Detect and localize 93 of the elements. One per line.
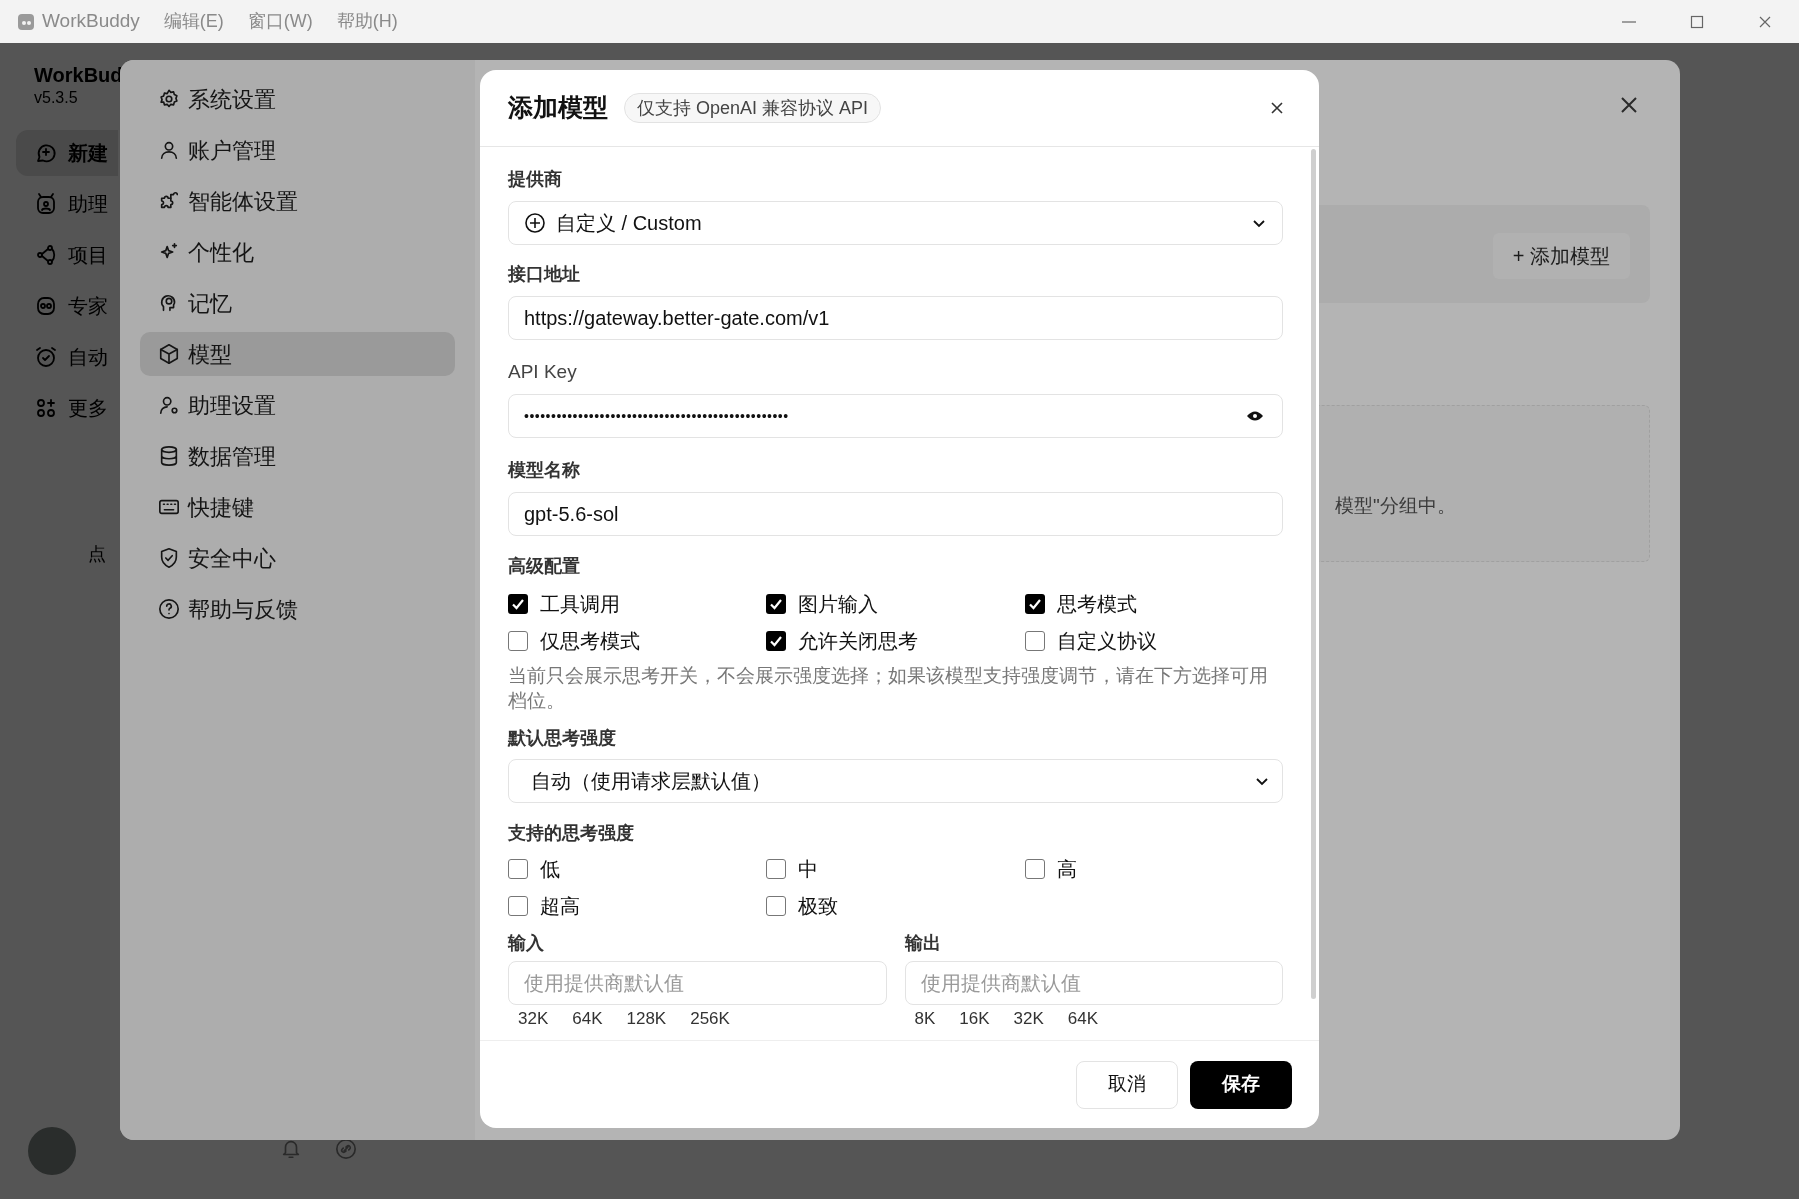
- preset-chip[interactable]: 64K: [1057, 1006, 1109, 1032]
- endpoint-field[interactable]: https://gateway.better-gate.com/v1: [508, 296, 1283, 340]
- settings-menu-item[interactable]: 安全中心: [140, 536, 455, 580]
- shield-icon: [158, 547, 180, 569]
- plus-circle-icon: [524, 212, 546, 234]
- close-icon: [1758, 14, 1772, 29]
- input-tokens-field[interactable]: 使用提供商默认值: [508, 961, 887, 1005]
- save-button[interactable]: 保存: [1190, 1060, 1292, 1109]
- apps-icon: [34, 396, 58, 420]
- checkbox[interactable]: [1024, 858, 1045, 879]
- dialog-title: 添加模型: [508, 92, 608, 124]
- person-gear-icon: [158, 394, 180, 416]
- checkbox-label: 高: [1056, 856, 1077, 882]
- checkbox[interactable]: [1024, 630, 1045, 651]
- mask-icon: [34, 294, 58, 318]
- preset-chip[interactable]: 32K: [1003, 1006, 1054, 1032]
- eye-icon: [1246, 410, 1264, 422]
- checkbox[interactable]: [766, 630, 787, 651]
- help-icon: [158, 598, 180, 620]
- close-icon: [1619, 95, 1639, 115]
- checkbox-label: 思考模式: [1056, 591, 1137, 617]
- settings-menu-item[interactable]: 个性化: [140, 230, 455, 274]
- checkbox[interactable]: [766, 593, 787, 614]
- settings-menu-item[interactable]: 帮助与反馈: [140, 587, 455, 631]
- minimize-icon: [1622, 20, 1636, 23]
- cube-icon: [158, 343, 180, 365]
- preset-chip[interactable]: 256K: [680, 1006, 740, 1032]
- field-label: 提供商: [508, 168, 563, 191]
- checkbox[interactable]: [766, 895, 787, 916]
- nodes-icon: [34, 243, 58, 267]
- preset-chip[interactable]: 16K: [949, 1006, 1000, 1032]
- field-label: API Key: [508, 360, 578, 384]
- checkbox-label: 仅思考模式: [540, 628, 640, 654]
- checkbox[interactable]: [508, 593, 528, 614]
- field-label: 接口地址: [508, 263, 581, 286]
- checkbox-label: 工具调用: [540, 591, 620, 617]
- field-label: 输出: [904, 932, 942, 955]
- field-label: 输入: [508, 932, 545, 955]
- default-effort-select[interactable]: 自动（使用请求层默认值）: [508, 759, 1283, 803]
- settings-menu-item[interactable]: 助理设置: [140, 383, 455, 427]
- app-logo-icon: [16, 11, 36, 32]
- cancel-button[interactable]: 取消: [1076, 1060, 1178, 1109]
- settings-menu-item[interactable]: 数据管理: [140, 434, 455, 478]
- database-icon: [158, 445, 180, 467]
- version-text: v5.3.5: [34, 88, 79, 108]
- field-label: 默认思考强度: [508, 727, 617, 750]
- show-password-button[interactable]: [1246, 410, 1264, 422]
- checkbox[interactable]: [1024, 593, 1045, 614]
- checkbox-label: 自定义协议: [1056, 628, 1157, 654]
- app-name: WorkBuddy: [42, 9, 140, 34]
- checkbox-label: 中: [798, 856, 819, 882]
- checkbox-label: 低: [540, 856, 560, 882]
- model-name-field[interactable]: gpt-5.6-sol: [508, 492, 1283, 536]
- person-icon: [158, 139, 180, 161]
- robot-icon: [34, 192, 58, 216]
- link-icon: [335, 1138, 357, 1160]
- checkbox-label: 图片输入: [798, 591, 879, 617]
- checkbox-label: 超高: [540, 893, 580, 919]
- preset-chip[interactable]: 8K: [904, 1006, 946, 1032]
- chat-plus-icon: [34, 141, 58, 165]
- api-key-field[interactable]: •••••••••••••••••••••••••••••••••••••••••••••••••: [508, 394, 1283, 438]
- preset-chip[interactable]: 64K: [562, 1006, 613, 1032]
- close-icon: [1269, 100, 1285, 116]
- bell-icon: [280, 1138, 302, 1160]
- field-label: 模型名称: [508, 459, 581, 482]
- maximize-icon: [1690, 14, 1704, 29]
- gear-icon: [158, 88, 180, 110]
- settings-menu-item[interactable]: 模型: [140, 332, 455, 376]
- settings-menu-item[interactable]: 智能体设置: [140, 179, 455, 223]
- settings-menu-item[interactable]: 记忆: [140, 281, 455, 325]
- hint-text: 点: [88, 543, 106, 566]
- provider-select[interactable]: 自定义 / Custom: [508, 201, 1283, 245]
- scrollbar-thumb[interactable]: [1311, 149, 1316, 999]
- settings-menu-item[interactable]: 系统设置: [140, 77, 455, 121]
- checkbox-label: 允许关闭思考: [798, 628, 919, 654]
- field-label: 支持的思考强度: [508, 822, 635, 845]
- checkbox[interactable]: [508, 858, 528, 879]
- checkbox[interactable]: [766, 858, 787, 879]
- settings-menu-item[interactable]: 快捷键: [140, 485, 455, 529]
- settings-menu-item[interactable]: 账户管理: [140, 128, 455, 172]
- checkbox-label: 极致: [798, 893, 839, 919]
- preset-chip[interactable]: 128K: [616, 1006, 677, 1032]
- checkbox[interactable]: [508, 630, 528, 651]
- api-key-value: •••••••••••••••••••••••••••••••••••••••••••••••••: [524, 406, 789, 426]
- alarm-icon: [34, 345, 58, 369]
- field-label: 高级配置: [508, 555, 581, 578]
- hint-text: 当前只会展示思考开关，不会展示强度选择；如果该模型支持强度调节，请在下方选择可用档位。: [508, 664, 1269, 713]
- preset-chip[interactable]: 32K: [508, 1006, 559, 1032]
- checkbox[interactable]: [508, 895, 528, 916]
- add-model-button[interactable]: + 添加模型: [1492, 233, 1630, 279]
- protocol-badge: 仅支持 OpenAI 兼容协议 API: [624, 93, 882, 123]
- empty-models-text: 模型"分组中。: [1335, 494, 1456, 518]
- output-tokens-field[interactable]: 使用提供商默认值: [904, 961, 1283, 1005]
